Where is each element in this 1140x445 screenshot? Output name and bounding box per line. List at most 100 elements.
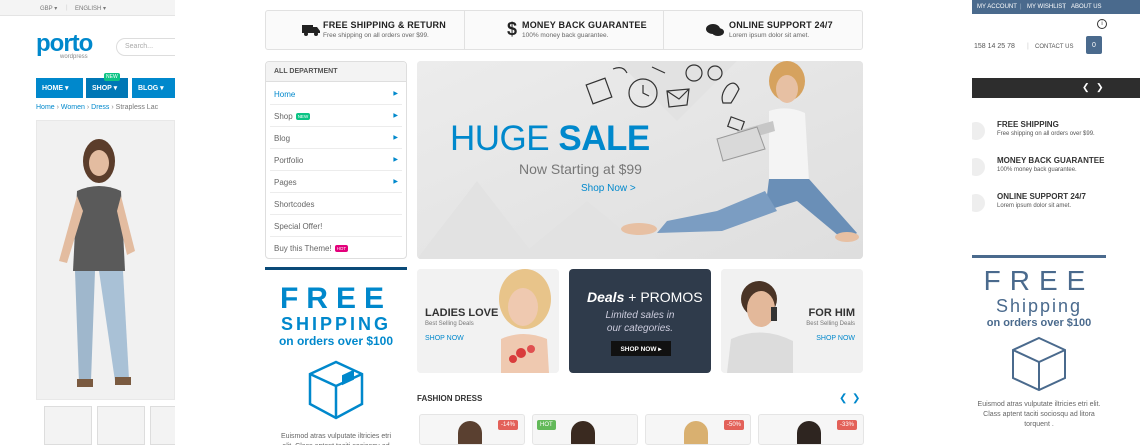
product-image [684,421,708,444]
chat-icon [706,21,724,42]
chevron-right-icon: ▶ [393,179,398,185]
feature-title: FREE SHIPPING [997,120,1059,129]
background-home-page: MY ACCOUNT | MY WISHLIST | ABOUT US i 15… [972,0,1140,445]
search-input[interactable]: Search... [116,38,175,56]
hot-badge: HOT [537,420,556,430]
free-shipping-banner[interactable]: FREE Shipping on orders over $100 Euismo… [972,255,1106,430]
feature-title: MONEY BACK GUARANTEE [997,156,1105,165]
free-big: FREE [279,282,392,315]
product-thumbnail[interactable] [150,406,175,445]
crumb-dress[interactable]: Dress [91,104,109,111]
my-wishlist-link[interactable]: MY WISHLIST [1027,4,1066,10]
hero-background [417,61,863,259]
menu-item-shop[interactable]: Shop NEW ▶ [270,105,402,127]
promo-sub: Best Selling Deals [806,321,855,327]
dollar-icon [972,158,985,176]
crumb-women[interactable]: Women [61,104,85,111]
product-image [571,421,595,444]
promo-title: Deals + PROMOS [587,289,703,305]
feature-sub: Lorem ipsum dolor sit amet. [997,203,1072,209]
discount-badge: -33% [836,420,857,430]
product-thumbnail[interactable] [97,406,145,445]
feature-title: FREE SHIPPING & RETURN [323,20,446,30]
hero-shop-link[interactable]: Shop Now > [581,183,636,194]
truck-icon [972,122,985,140]
feature-shipping: FREE SHIPPING & RETURN Free shipping on … [266,11,465,49]
menu-label: Portfolio [274,156,304,165]
crumb-home[interactable]: Home [36,104,55,111]
nav-home[interactable]: HOME ▾ [36,78,83,98]
menu-item-buy-theme[interactable]: Buy this Theme! HOT [270,237,402,259]
product-card[interactable]: -33% [758,414,864,445]
product-thumbnail[interactable] [44,406,92,445]
carousel-next-icon[interactable]: ❯ [852,393,860,404]
menu-item-pages[interactable]: Pages ▶ [270,171,402,193]
feature-title: ONLINE SUPPORT 24/7 [997,192,1086,201]
new-badge: NEW [104,73,120,81]
product-image[interactable] [36,120,175,400]
truck-icon [302,21,320,42]
divider: | [66,5,68,11]
dollar-icon: $ [507,19,518,39]
product-card[interactable]: HOT [532,414,638,445]
department-menu: ALL DEPARTMENT Home ▶ Shop NEW ▶ Blog ▶ Port… [265,61,407,259]
menu-label: Shop [274,112,293,121]
hero-banner[interactable]: HUGE SALE Now Starting at $99 Shop Now > [417,61,863,259]
nav-blog[interactable]: BLOG ▾ [132,78,175,98]
menu-label: Buy this Theme! [274,244,332,253]
language-select[interactable]: ENGLISH ▾ [75,5,106,12]
menu-item-shortcodes[interactable]: Shortcodes [270,193,402,215]
promo-deals[interactable]: Deals + PROMOS Limited sales in our cate… [569,269,711,373]
nav-shop[interactable]: SHOP ▾ [86,78,128,98]
feature-sub: Lorem ipsum dolor sit amet. [729,32,810,39]
menu-item-blog[interactable]: Blog ▶ [270,127,402,149]
prev-arrow-icon[interactable]: ❮ [1082,82,1090,93]
logo-subtitle: wordpress [60,54,88,60]
menu-label: Special Offer! [274,222,323,231]
chevron-right-icon: ▶ [393,135,398,141]
menu-item-portfolio[interactable]: Portfolio ▶ [270,149,402,171]
info-icon[interactable]: i [1097,19,1107,29]
cart-icon[interactable]: 0 [1086,36,1102,54]
box-icon [308,360,364,420]
my-account-link[interactable]: MY ACCOUNT [977,4,1017,10]
feature-sub: Free shipping on all orders over $99. [997,131,1095,137]
nav-bar: ❮ ❯ [972,78,1140,98]
feature-title: ONLINE SUPPORT 24/7 [729,20,833,30]
product-card[interactable]: -14% [419,414,525,445]
contact-link[interactable]: CONTACT US [1035,44,1073,50]
nav-shop-label: SHOP ▾ [92,85,118,92]
promo-for-him[interactable]: FOR HIM Best Selling Deals SHOP NOW [721,269,863,373]
box-icon [1012,336,1066,392]
free-shipping-banner[interactable]: FREE SHIPPING on orders over $100 Euismo… [265,267,407,445]
menu-item-home[interactable]: Home ▶ [270,83,402,105]
promo-title-em: Deals [587,289,625,305]
about-us-link[interactable]: ABOUT US [1071,4,1102,10]
product-card[interactable]: -50% [645,414,751,445]
shop-now-button[interactable]: SHOP NOW ▸ [611,341,671,356]
currency-select[interactable]: GBP ▾ [40,5,57,12]
carousel-prev-icon[interactable]: ❮ [839,393,847,404]
hot-badge: HOT [334,245,349,253]
feature-sub: 100% money back guarantee. [997,167,1077,173]
top-bar: GBP ▾ | ENGLISH ▾ [0,0,175,16]
menu-label: Blog [274,134,291,143]
feature-title: MONEY BACK GUARANTEE [522,20,647,30]
breadcrumb: Home › Women › Dress › Strapless Lac [36,104,159,111]
promo-link[interactable]: SHOP NOW [816,335,855,342]
promo-title-rest: + PROMOS [624,289,703,305]
free-small: on orders over $100 [986,317,1092,329]
background-product-page: GBP ▾ | ENGLISH ▾ porto wordpress Search… [0,0,175,445]
promo-ladies[interactable]: LADIES LOVE Best Selling Deals SHOP NOW [417,269,559,373]
product-image [458,421,482,444]
free-small: on orders over $100 [278,334,394,348]
menu-label: Shortcodes [274,200,315,209]
promo-link[interactable]: SHOP NOW [425,335,464,342]
discount-badge: -50% [723,420,744,430]
menu-item-special-offer[interactable]: Special Offer! [270,215,402,237]
menu-header: ALL DEPARTMENT [266,62,406,82]
free-text: Euismod atras vulputate iltricies etri e… [280,433,392,445]
section-title: FASHION DRESS [417,394,483,403]
promo-sub: Best Selling Deals [425,321,474,327]
next-arrow-icon[interactable]: ❯ [1096,82,1104,93]
